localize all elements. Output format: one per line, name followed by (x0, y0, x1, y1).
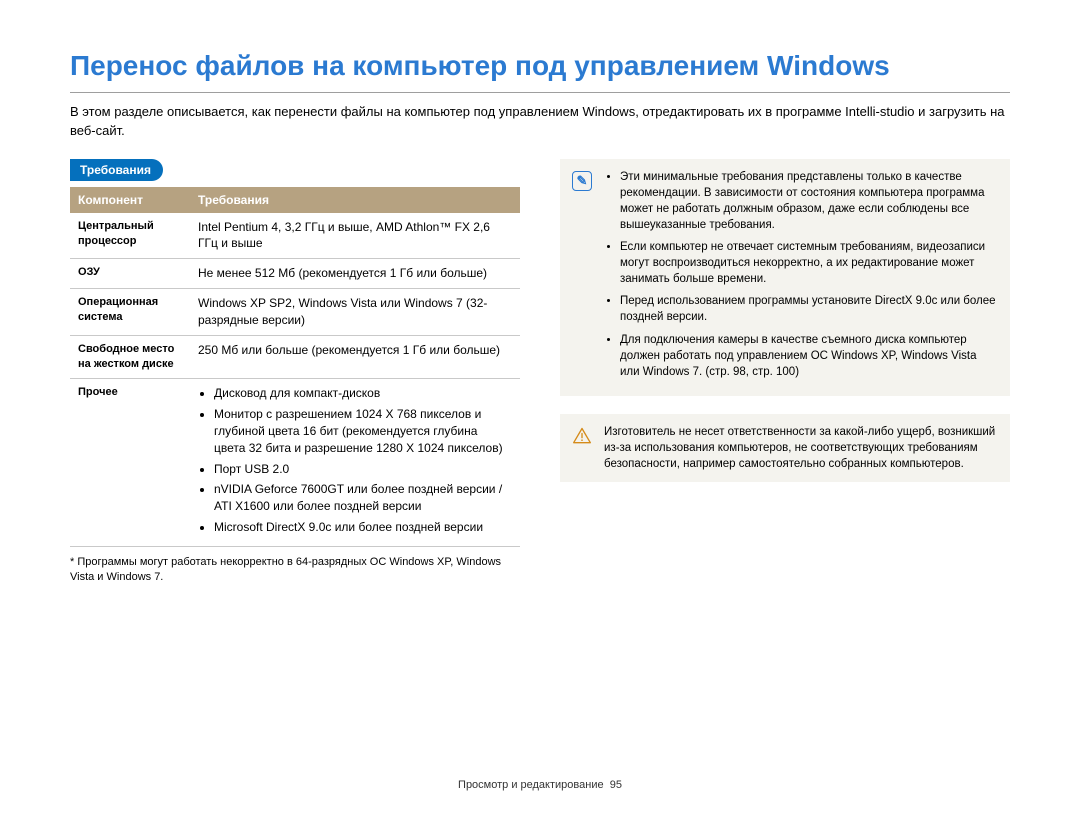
two-column-layout: Требования Компонент Требования Централь… (70, 159, 1010, 585)
info-note-box: ✎ Эти минимальные требования представлен… (560, 159, 1010, 396)
table-row: ОЗУ Не менее 512 Мб (рекомендуется 1 Гб … (70, 259, 520, 289)
document-page: Перенос файлов на компьютер под управлен… (0, 0, 1080, 815)
section-heading-pill: Требования (70, 159, 163, 181)
footer-page-number: 95 (610, 779, 622, 791)
other-item: Порт USB 2.0 (214, 461, 512, 478)
info-note-item: Перед использованием программы установит… (620, 293, 998, 325)
cell-disk-label: Свободное место на жестком диске (70, 335, 190, 379)
table-header-requirements: Требования (190, 187, 520, 213)
footer-section-label: Просмотр и редактирование (458, 779, 604, 791)
intro-paragraph: В этом разделе описывается, как перенест… (70, 103, 1010, 141)
cell-other-value: Дисковод для компакт-дисков Монитор с ра… (190, 379, 520, 546)
left-column: Требования Компонент Требования Централь… (70, 159, 520, 585)
table-row: Прочее Дисковод для компакт-дисков Монит… (70, 379, 520, 546)
other-item: Microsoft DirectX 9.0c или более поздней… (214, 519, 512, 536)
other-item: Монитор с разрешением 1024 X 768 пиксело… (214, 406, 512, 456)
requirements-table: Компонент Требования Центральный процесс… (70, 187, 520, 547)
cell-ram-label: ОЗУ (70, 259, 190, 289)
warning-icon (572, 426, 592, 472)
page-title: Перенос файлов на компьютер под управлен… (70, 50, 1010, 93)
table-row: Операционная система Windows XP SP2, Win… (70, 289, 520, 336)
info-note-item: Для подключения камеры в качестве съемно… (620, 332, 998, 380)
table-row: Свободное место на жестком диске 250 Мб … (70, 335, 520, 379)
cell-os-label: Операционная система (70, 289, 190, 336)
cell-cpu-value: Intel Pentium 4, 3,2 ГГц и выше, AMD Ath… (190, 213, 520, 259)
info-note-item: Если компьютер не отвечает системным тре… (620, 239, 998, 287)
other-item: nVIDIA Geforce 7600GT или более поздней … (214, 481, 512, 515)
page-footer: Просмотр и редактирование 95 (0, 779, 1080, 791)
cell-cpu-label: Центральный процессор (70, 213, 190, 259)
other-item: Дисковод для компакт-дисков (214, 385, 512, 402)
info-icon: ✎ (572, 171, 592, 386)
cell-other-label: Прочее (70, 379, 190, 546)
cell-disk-value: 250 Мб или больше (рекомендуется 1 Гб ил… (190, 335, 520, 379)
warning-note-box: Изготовитель не несет ответственности за… (560, 414, 1010, 482)
right-column: ✎ Эти минимальные требования представлен… (560, 159, 1010, 585)
footnote: * Программы могут работать некорректно в… (70, 555, 520, 585)
table-row: Центральный процессор Intel Pentium 4, 3… (70, 213, 520, 259)
table-header-component: Компонент (70, 187, 190, 213)
cell-os-value: Windows XP SP2, Windows Vista или Window… (190, 289, 520, 336)
warning-text: Изготовитель не несет ответственности за… (604, 424, 998, 472)
info-note-item: Эти минимальные требования представлены … (620, 169, 998, 233)
cell-ram-value: Не менее 512 Мб (рекомендуется 1 Гб или … (190, 259, 520, 289)
